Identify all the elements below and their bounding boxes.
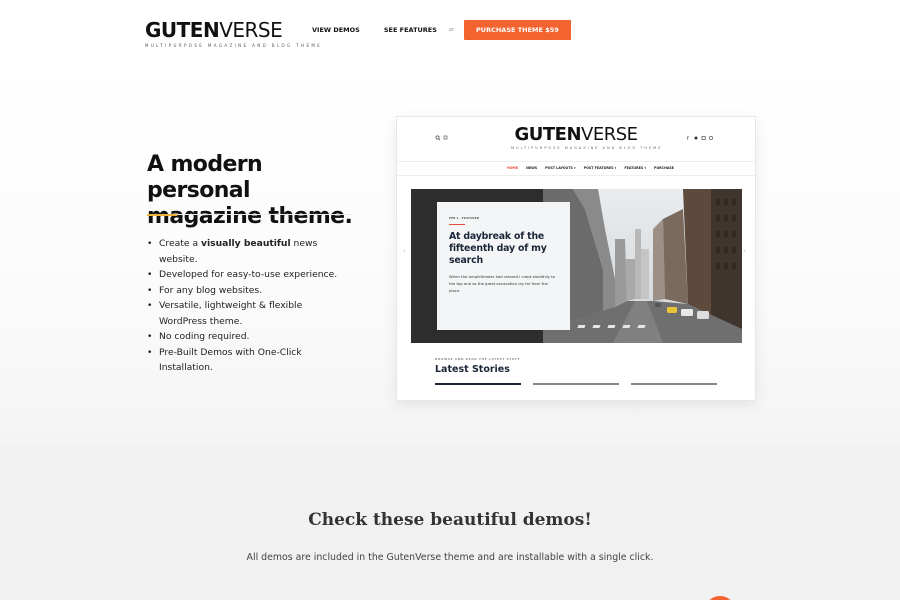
feature-item: Create a visually beautiful news website… — [147, 236, 347, 267]
latest-eyebrow: BROWSE AND READ THE LATEST STUFF — [435, 357, 521, 361]
site-header: GUTENVERSE MULTIPURPOSE MAGAZINE AND BLO… — [0, 0, 900, 60]
preview-next-icon: › — [743, 247, 746, 255]
story-thumbnail — [533, 383, 619, 385]
story-thumbnail — [631, 383, 717, 385]
preview-topbar: GUTENVERSE MULTIPURPOSE MAGAZINE AND BLO… — [397, 117, 755, 159]
demos-subtitle: All demos are included in the GutenVerse… — [246, 552, 654, 563]
svg-text:f: f — [687, 136, 692, 141]
hero-divider — [147, 214, 352, 216]
preview-featured-slide: FEB 1 · FEATURED At daybreak of the fift… — [411, 189, 742, 343]
post-headline[interactable]: At daybreak of the fifteenth day of my s… — [449, 231, 558, 267]
preview-nav-item: PURCHASE — [654, 166, 675, 170]
theme-preview[interactable]: GUTENVERSE MULTIPURPOSE MAGAZINE AND BLO… — [396, 116, 756, 401]
preview-prev-icon: ‹ — [403, 247, 406, 255]
feature-item: No coding required. — [147, 329, 347, 345]
logo-wordmark: GUTENVERSE — [145, 18, 283, 42]
latest-title: Latest Stories — [435, 364, 510, 375]
main-nav: VIEW DEMOS SEE FEATURES or PURCHASE THEM… — [312, 20, 571, 40]
category-rule — [449, 224, 465, 225]
hero-title: A modern personal magazine theme. — [147, 152, 353, 229]
preview-social-icons: f — [687, 135, 715, 143]
preview-logo: GUTENVERSE MULTIPURPOSE MAGAZINE AND BLO… — [511, 124, 663, 151]
preview-nav-item: HOME — [507, 166, 519, 170]
feature-item: For any blog websites. — [147, 283, 347, 299]
preview-nav-item: FEATURES ▾ — [624, 166, 647, 170]
site-logo[interactable]: GUTENVERSE MULTIPURPOSE MAGAZINE AND BLO… — [145, 18, 323, 48]
feature-item: Developed for easy-to-use experience. — [147, 267, 347, 283]
preview-search-icon — [435, 135, 449, 143]
latest-stories-block: BROWSE AND READ THE LATEST STUFF Latest … — [427, 357, 727, 387]
preview-nav-item: POST LAYOUTS ▾ — [545, 166, 576, 170]
demos-section: Check these beautiful demos! All demos a… — [0, 446, 900, 600]
feature-item: Pre-Built Demos with One-Click Installat… — [147, 345, 347, 376]
purchase-button[interactable]: PURCHASE THEME $59 — [464, 20, 571, 40]
city-street-image — [543, 189, 742, 343]
preview-nav-item: NEWS — [526, 166, 538, 170]
preview-nav-item: POST FEATURES ▾ — [583, 166, 617, 170]
feature-list: Create a visually beautiful news website… — [147, 236, 347, 376]
demos-title: Check these beautiful demos! — [308, 510, 592, 530]
nav-view-demos[interactable]: VIEW DEMOS — [312, 26, 360, 34]
nav-see-features[interactable]: SEE FEATURES — [384, 26, 437, 34]
post-category: FEB 1 · FEATURED — [449, 216, 480, 220]
hero-section: A modern personal magazine theme. Create… — [0, 60, 900, 446]
nav-or-separator: or — [448, 27, 455, 33]
latest-title-rule — [435, 383, 521, 385]
preview-divider — [397, 161, 755, 162]
preview-nav: HOME NEWS POST LAYOUTS ▾ POST FEATURES ▾… — [507, 166, 682, 170]
featured-post-card[interactable]: FEB 1 · FEATURED At daybreak of the fift… — [437, 202, 570, 330]
preview-divider — [397, 175, 755, 176]
feature-item: Versatile, lightweight & flexible WordPr… — [147, 298, 347, 329]
logo-tagline: MULTIPURPOSE MAGAZINE AND BLOG THEME — [145, 43, 323, 48]
post-excerpt: When the amphitheater had cleared I crep… — [449, 274, 555, 293]
hero-divider-accent — [147, 214, 177, 216]
